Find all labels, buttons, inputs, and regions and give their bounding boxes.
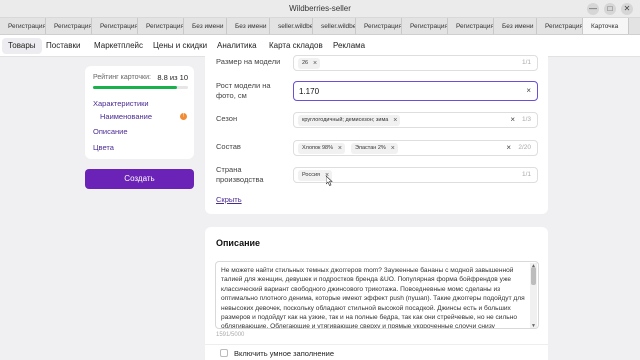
rating-progress-bar [93, 86, 188, 89]
clear-icon[interactable]: × [506, 143, 511, 152]
chip-label: круглогодичный; демисезон; зима [302, 117, 389, 123]
browser-tab[interactable]: Регистрация [448, 18, 494, 34]
browser-tab-bar: Регистрация Регистрация Регистрация Реги… [0, 18, 640, 35]
chip-remove-icon[interactable]: × [338, 143, 342, 154]
chip-label: Эластан 2% [355, 145, 386, 151]
browser-tab[interactable]: Регистрация [356, 18, 402, 34]
field-counter: 1/1 [521, 59, 531, 66]
browser-tab[interactable]: Регистрация [92, 18, 138, 34]
chip-remove-icon[interactable]: × [313, 58, 317, 69]
browser-tab-active[interactable]: Карточка [583, 18, 629, 34]
sidebar-link-characteristics[interactable]: Характеристики [93, 99, 149, 108]
field-label-size: Размер на модели [216, 57, 281, 66]
browser-tab[interactable]: Без имени [184, 18, 227, 34]
scroll-down-icon[interactable]: ▼ [530, 323, 537, 328]
field-counter: 1/3 [521, 116, 531, 123]
field-label-height: Рост модели на фото, см [216, 81, 271, 100]
window-title: Wildberries-seller [289, 4, 351, 13]
chip-remove-icon[interactable]: × [393, 115, 397, 126]
description-text: Не можете найти стильных темных джоггеро… [221, 267, 525, 329]
size-field[interactable]: 26 × 1/1 [293, 55, 538, 71]
browser-tab[interactable]: Без имени [227, 18, 270, 34]
close-icon[interactable]: ✕ [621, 3, 633, 15]
browser-tab[interactable]: Регистрация [537, 18, 583, 34]
rating-progress-fill [93, 86, 177, 89]
browser-tab[interactable]: Регистрация [138, 18, 184, 34]
characteristics-card [205, 50, 548, 214]
rating-label: Рейтинг карточки: [93, 74, 151, 81]
textarea-scrollbar[interactable]: ▲ ▼ [530, 263, 537, 328]
sidebar-link-colors[interactable]: Цвета [93, 143, 114, 152]
nav-item-products[interactable]: Товары [2, 38, 42, 54]
height-input-value: 1.170 [299, 87, 320, 96]
description-title: Описание [216, 238, 261, 248]
chip-label: 26 [302, 60, 309, 66]
chip: Хлопок 98% × [298, 143, 345, 154]
smart-fill-checkbox[interactable] [220, 349, 228, 357]
field-counter: 2/20 [518, 144, 531, 151]
chip-label: Россия [302, 172, 321, 178]
chip: Эластан 2% × [351, 143, 398, 154]
clear-icon[interactable]: × [510, 115, 515, 124]
field-label-composition: Состав [216, 142, 241, 151]
scroll-thumb[interactable] [531, 267, 536, 285]
browser-tab[interactable]: seller.wildbe [313, 18, 356, 34]
mouse-cursor-icon [326, 176, 333, 186]
nav-item-supplies[interactable]: Поставки [40, 38, 86, 54]
chip: круглогодичный; демисезон; зима × [298, 115, 401, 126]
field-counter: 1/1 [521, 171, 531, 178]
browser-tab[interactable]: Регистрация [46, 18, 92, 34]
warning-badge-icon: ! [180, 113, 187, 120]
browser-tab[interactable]: seller.wildbe [270, 18, 313, 34]
height-input[interactable]: 1.170 × [293, 81, 538, 101]
rating-value: 8.8 из 10 [157, 73, 188, 82]
chip: 26 × [298, 58, 321, 69]
smart-fill-label: Включить умное заполнение [234, 349, 334, 358]
create-button[interactable]: Создать [85, 169, 194, 189]
browser-tab[interactable]: Регистрация [402, 18, 448, 34]
field-label-country: Страна производства [216, 165, 264, 184]
window-titlebar: Wildberries-seller — □ ✕ [0, 0, 640, 18]
browser-tab[interactable]: Регистрация [0, 18, 46, 34]
description-textarea[interactable]: Не можете найти стильных темных джоггеро… [215, 261, 539, 329]
rating-row: Рейтинг карточки: 8.8 из 10 [93, 73, 188, 82]
chip-remove-icon[interactable]: × [391, 143, 395, 154]
composition-field[interactable]: Хлопок 98% × Эластан 2% × × 2/20 [293, 140, 538, 156]
hide-link[interactable]: Скрыть [216, 195, 242, 204]
browser-tab[interactable]: Без имени [494, 18, 537, 34]
field-label-season: Сезон [216, 114, 238, 123]
sidebar-link-description[interactable]: Описание [93, 127, 128, 136]
maximize-icon[interactable]: □ [604, 3, 616, 15]
chip-label: Хлопок 98% [302, 145, 333, 151]
sidebar-link-name[interactable]: Наименование [100, 112, 152, 121]
nav-item-prices[interactable]: Цены и скидки [147, 38, 213, 54]
minimize-icon[interactable]: — [587, 3, 599, 15]
clear-icon[interactable]: × [526, 86, 531, 95]
nav-item-marketplace[interactable]: Маркетплейс [88, 38, 149, 54]
description-counter: 1591/5000 [216, 332, 245, 338]
season-field[interactable]: круглогодичный; демисезон; зима × × 1/3 [293, 112, 538, 128]
card-sidebar: Рейтинг карточки: 8.8 из 10 Характеристи… [85, 66, 194, 159]
